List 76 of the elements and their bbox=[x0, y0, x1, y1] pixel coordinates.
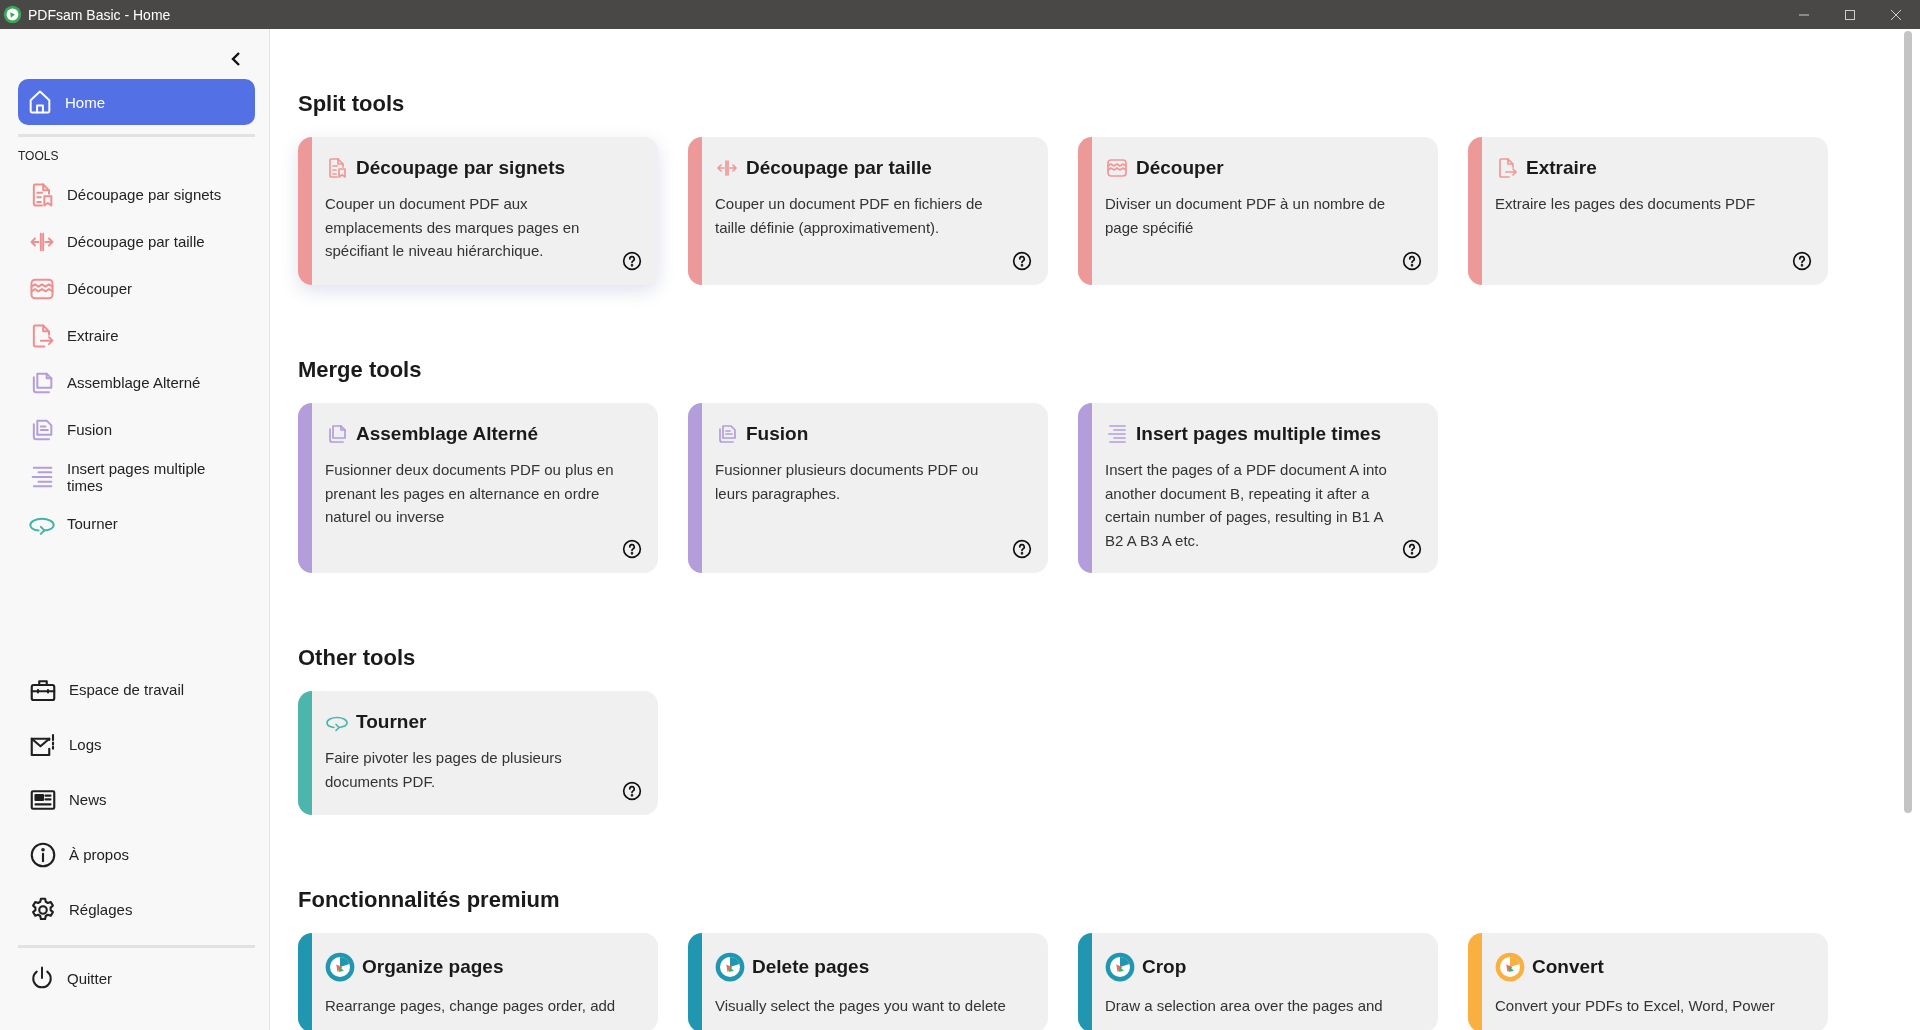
collapse-icon[interactable] bbox=[229, 51, 243, 67]
help-icon[interactable] bbox=[622, 251, 642, 271]
tool-card[interactable]: Assemblage Alterné Fusionner deux documents PDF ou plus en prenant les pages en alternance en ordre naturel ou inverse bbox=[298, 403, 658, 573]
card-title: Fusion bbox=[746, 423, 809, 445]
tool-card[interactable]: Insert pages multiple times Insert the pages of a PDF document A into another document B, repeating it after a certain number of pages, resulting in B1 A B2 A B3 A etc. bbox=[1078, 403, 1438, 573]
card-title: Assemblage Alterné bbox=[356, 423, 538, 445]
card-description: Convert your PDFs to Excel, Word, Power bbox=[1495, 996, 1776, 1016]
tool-card[interactable]: Crop Draw a selection area over the pages and bbox=[1078, 933, 1438, 1030]
sidebar-item[interactable]: Assemblage Alterné bbox=[18, 359, 255, 406]
card-title: Delete pages bbox=[752, 956, 870, 978]
card-description: Visually select the pages you want to delete bbox=[715, 996, 1007, 1016]
section-title: Other tools bbox=[298, 644, 416, 672]
help-icon[interactable] bbox=[1792, 251, 1812, 271]
help-icon[interactable] bbox=[622, 539, 642, 559]
card-title: Extraire bbox=[1526, 157, 1597, 179]
tool-card[interactable]: Découpage par signets Couper un document PDF aux emplacements des marques pages en spécifiant le niveau hiérarchique. bbox=[298, 137, 658, 285]
card-title: Convert bbox=[1532, 956, 1604, 978]
section-title: Split tools bbox=[298, 90, 405, 118]
card-title: Découpage par taille bbox=[746, 157, 932, 179]
help-icon[interactable] bbox=[622, 781, 642, 801]
section-heading: TOOLS bbox=[18, 149, 59, 163]
section-title: Merge tools bbox=[298, 356, 422, 384]
app-logo-icon bbox=[3, 5, 22, 24]
window-title: PDFsam Basic - Home bbox=[28, 6, 172, 23]
section-title: Fonctionnalités premium bbox=[298, 886, 560, 914]
help-icon[interactable] bbox=[1012, 539, 1032, 559]
tool-card[interactable]: Organize pages Rearrange pages, change pages order, add bbox=[298, 933, 658, 1030]
tool-card[interactable]: Découpage par taille Couper un document PDF en fichiers de taille définie (approximativement). bbox=[688, 137, 1048, 285]
lines-icon bbox=[1105, 422, 1129, 446]
sidebar-item[interactable]: À propos bbox=[18, 827, 255, 882]
card-title: Tourner bbox=[356, 711, 427, 733]
sidebar-item[interactable]: Tourner bbox=[18, 500, 255, 547]
sidebar-item[interactable]: Espace de travail bbox=[18, 662, 255, 717]
sidebar-item[interactable]: Home bbox=[18, 79, 255, 125]
zigzag-frame-icon bbox=[1105, 156, 1129, 180]
tool-card[interactable]: Extraire Extraire les pages des documents PDF bbox=[1468, 137, 1828, 285]
logo-icon bbox=[325, 952, 355, 982]
maximize-icon[interactable] bbox=[1844, 8, 1856, 21]
logo-icon bbox=[1105, 952, 1135, 982]
card-description: Rearrange pages, change pages order, add bbox=[325, 996, 617, 1016]
help-icon[interactable] bbox=[1402, 251, 1422, 271]
card-description: Diviser un document PDF à un nombre de page spécifié bbox=[1105, 194, 1387, 238]
sidebar-item[interactable]: Découper bbox=[18, 265, 255, 312]
card-title: Découpage par signets bbox=[356, 157, 566, 179]
card-description: Insert the pages of a PDF document A into another document B, repeating it after a certain number of pages, resulting in B1 A B2 A B3 A etc. bbox=[1105, 460, 1388, 551]
sidebar-item[interactable]: Extraire bbox=[18, 312, 255, 359]
logo-icon bbox=[715, 952, 745, 982]
help-icon[interactable] bbox=[1012, 251, 1032, 271]
sidebar-item[interactable]: Découpage par taille bbox=[18, 218, 255, 265]
sidebar-item[interactable]: Réglages bbox=[18, 882, 255, 937]
card-title: Crop bbox=[1142, 956, 1187, 978]
sidebar-item[interactable]: News bbox=[18, 772, 255, 827]
close-icon[interactable] bbox=[1890, 8, 1902, 21]
card-description: Draw a selection area over the pages and bbox=[1105, 996, 1384, 1016]
card-description: Fusionner deux documents PDF ou plus en prenant les pages en alternance en ordre naturel ou inverse bbox=[325, 460, 615, 527]
sidebar-item[interactable]: Fusion bbox=[18, 406, 255, 453]
sidebar-item[interactable]: Quitter bbox=[18, 950, 255, 1006]
card-description: Extraire les pages des documents PDF bbox=[1495, 194, 1757, 214]
scrollbar-thumb[interactable] bbox=[1904, 31, 1912, 813]
card-description: Faire pivoter les pages de plusieurs documents PDF. bbox=[325, 748, 563, 792]
sidebar-item[interactable]: Logs bbox=[18, 717, 255, 772]
card-description: Couper un document PDF en fichiers de taille définie (approximativement). bbox=[715, 194, 984, 238]
help-icon[interactable] bbox=[1402, 539, 1422, 559]
tool-card[interactable]: Découper Diviser un document PDF à un nombre de page spécifié bbox=[1078, 137, 1438, 285]
card-description: Fusionner plusieurs documents PDF ou leurs paragraphes. bbox=[715, 460, 980, 504]
tool-card[interactable]: Convert Convert your PDFs to Excel, Word, Power bbox=[1468, 933, 1828, 1030]
card-title: Découper bbox=[1136, 157, 1224, 179]
card-title: Insert pages multiple times bbox=[1136, 423, 1381, 445]
logo-icon bbox=[1495, 952, 1525, 982]
card-title: Organize pages bbox=[362, 956, 504, 978]
tool-card[interactable]: Tourner Faire pivoter les pages de plusieurs documents PDF. bbox=[298, 691, 658, 815]
tool-card[interactable]: Fusion Fusionner plusieurs documents PDF ou leurs paragraphes. bbox=[688, 403, 1048, 573]
sidebar-item[interactable]: Découpage par signets bbox=[18, 171, 255, 218]
card-description: Couper un document PDF aux emplacements des marques pages en spécifiant le niveau hiérarchique. bbox=[325, 194, 581, 261]
tool-card[interactable]: Delete pages Visually select the pages you want to delete bbox=[688, 933, 1048, 1030]
sidebar-item[interactable]: Insert pages multiple times bbox=[18, 453, 255, 500]
